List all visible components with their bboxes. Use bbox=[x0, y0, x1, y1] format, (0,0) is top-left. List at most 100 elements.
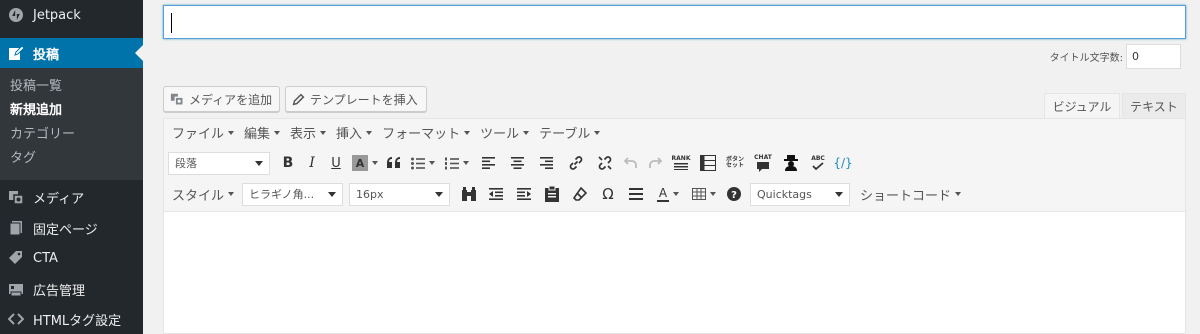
chevron-down-icon bbox=[955, 192, 962, 196]
bullet-list-icon bbox=[411, 157, 425, 169]
sidebar-item-media[interactable]: メディア bbox=[0, 182, 143, 212]
post-title-input[interactable] bbox=[163, 5, 1186, 39]
chevron-down-icon bbox=[255, 160, 263, 166]
align-right-button[interactable] bbox=[532, 149, 561, 177]
chevron-down-icon bbox=[710, 192, 717, 196]
jetpack-icon bbox=[7, 6, 25, 24]
font-family-select[interactable]: ヒラギノ角... bbox=[242, 182, 344, 206]
numbered-list-button[interactable] bbox=[440, 149, 474, 177]
add-media-button[interactable]: メディアを追加 bbox=[163, 86, 280, 112]
sidebar-item-pages[interactable]: 固定ページ bbox=[0, 213, 143, 243]
media-icon bbox=[170, 92, 184, 106]
sidebar-item-cta[interactable]: CTA bbox=[0, 243, 143, 273]
submenu-item-add-new[interactable]: 新規追加 bbox=[0, 99, 143, 123]
remove-link-button[interactable] bbox=[590, 149, 619, 177]
add-media-label: メディアを追加 bbox=[189, 92, 273, 107]
chevron-down-icon bbox=[435, 191, 444, 197]
menu-label: フォーマット bbox=[382, 127, 461, 142]
sidebar-item-label: CTA bbox=[33, 250, 58, 266]
undo-button[interactable] bbox=[619, 149, 643, 177]
help-button[interactable]: ? bbox=[722, 180, 746, 208]
insert-template-button[interactable]: テンプレートを挿入 bbox=[285, 86, 427, 112]
menu-file[interactable]: ファイル bbox=[167, 123, 239, 142]
code-tag-button[interactable]: {/} bbox=[831, 149, 855, 177]
insert-link-button[interactable] bbox=[561, 149, 590, 177]
clear-formatting-button[interactable] bbox=[566, 180, 594, 208]
shortcode-menu-button[interactable]: ショートコード bbox=[856, 180, 965, 208]
menu-label: テーブル bbox=[539, 127, 591, 142]
rank-button[interactable]: RANK bbox=[667, 149, 695, 177]
numbered-list-icon bbox=[445, 157, 459, 169]
menu-tools[interactable]: ツール bbox=[475, 123, 534, 142]
sidebar-item-ads[interactable]: 広告管理 bbox=[0, 274, 143, 304]
editor-content-area[interactable] bbox=[164, 213, 1185, 333]
admin-sidebar: Jetpack 投稿 投稿一覧 新規追加 カテゴリー タグ メディア 固定ページ… bbox=[0, 0, 143, 334]
person-button[interactable] bbox=[777, 149, 805, 177]
submenu-item-categories[interactable]: カテゴリー bbox=[0, 123, 143, 147]
paste-text-button[interactable] bbox=[538, 180, 566, 208]
user-hat-icon bbox=[784, 155, 798, 171]
align-right-icon bbox=[540, 157, 553, 169]
align-center-button[interactable] bbox=[503, 149, 532, 177]
blockquote-button[interactable] bbox=[382, 149, 406, 177]
sidebar-item-posts[interactable]: 投稿 bbox=[0, 38, 143, 68]
align-center-icon bbox=[511, 157, 524, 169]
horizontal-line-button[interactable] bbox=[622, 180, 650, 208]
editor-toolbar: ファイル 編集 表示 挿入 フォーマット ツール テーブル 段落 B I U A… bbox=[164, 119, 1185, 212]
align-left-button[interactable] bbox=[474, 149, 503, 177]
menu-insert[interactable]: 挿入 bbox=[331, 123, 377, 142]
text-color-icon: A bbox=[656, 185, 670, 202]
blockquote-icon bbox=[387, 157, 400, 168]
spellcheck-button[interactable]: ABC bbox=[805, 149, 831, 177]
redo-button[interactable] bbox=[643, 149, 667, 177]
tab-text[interactable]: テキスト bbox=[1122, 93, 1186, 118]
italic-button[interactable]: I bbox=[300, 149, 324, 177]
menu-label: ツール bbox=[480, 127, 520, 142]
menu-label: 挿入 bbox=[336, 127, 363, 142]
bold-button[interactable]: B bbox=[276, 149, 300, 177]
quicktags-select[interactable]: Quicktags bbox=[750, 182, 851, 206]
submenu-item-all-posts[interactable]: 投稿一覧 bbox=[0, 75, 143, 99]
tag-icon bbox=[7, 249, 25, 267]
tab-visual[interactable]: ビジュアル bbox=[1044, 93, 1120, 118]
chevron-down-icon bbox=[523, 130, 530, 135]
help-icon: ? bbox=[727, 187, 742, 201]
menu-view[interactable]: 表示 bbox=[285, 123, 331, 142]
bullet-list-button[interactable] bbox=[406, 149, 440, 177]
chevron-down-icon bbox=[429, 161, 435, 165]
table-style-button[interactable] bbox=[695, 149, 721, 177]
horizontal-line-icon bbox=[629, 188, 644, 200]
special-character-button[interactable]: Ω bbox=[594, 180, 622, 208]
media-icon bbox=[7, 188, 25, 206]
style-menu-button[interactable]: スタイル bbox=[168, 180, 238, 208]
text-cursor bbox=[171, 13, 172, 33]
toolbar-row-1: 段落 B I U A RANK ボタン セット CHAT ABC {/} bbox=[164, 149, 855, 177]
sidebar-item-label: 固定ページ bbox=[33, 222, 98, 238]
menu-format[interactable]: フォーマット bbox=[377, 123, 475, 142]
menu-table[interactable]: テーブル bbox=[534, 123, 605, 142]
text-color-button[interactable]: A bbox=[650, 180, 686, 208]
font-size-select[interactable]: 16px bbox=[349, 182, 451, 206]
chevron-down-icon bbox=[328, 191, 337, 197]
find-replace-button[interactable] bbox=[456, 180, 482, 208]
menu-edit[interactable]: 編集 bbox=[239, 123, 285, 142]
chat-button[interactable]: CHAT bbox=[749, 149, 777, 177]
background-color-button[interactable]: A bbox=[348, 149, 382, 177]
underline-button[interactable]: U bbox=[324, 149, 348, 177]
chevron-down-icon bbox=[228, 192, 235, 196]
outdent-button[interactable] bbox=[482, 180, 510, 208]
button-set-button[interactable]: ボタン セット bbox=[721, 149, 749, 177]
submenu-item-tags[interactable]: タグ bbox=[0, 147, 143, 171]
indent-button[interactable] bbox=[510, 180, 538, 208]
editor-menubar: ファイル 編集 表示 挿入 フォーマット ツール テーブル bbox=[164, 119, 605, 146]
code-tag-icon: {/} bbox=[833, 156, 853, 170]
table-button[interactable] bbox=[686, 180, 722, 208]
insert-template-label: テンプレートを挿入 bbox=[310, 92, 418, 107]
pencil-icon bbox=[292, 93, 305, 106]
sidebar-item-label: 投稿 bbox=[33, 47, 60, 63]
box-icon-label-2: セット bbox=[725, 162, 744, 169]
sidebar-item-jetpack[interactable]: Jetpack bbox=[0, 0, 143, 30]
format-select[interactable]: 段落 bbox=[168, 151, 270, 175]
sidebar-item-html-tags[interactable]: HTMLタグ設定 bbox=[0, 304, 143, 334]
active-indicator bbox=[135, 45, 143, 61]
